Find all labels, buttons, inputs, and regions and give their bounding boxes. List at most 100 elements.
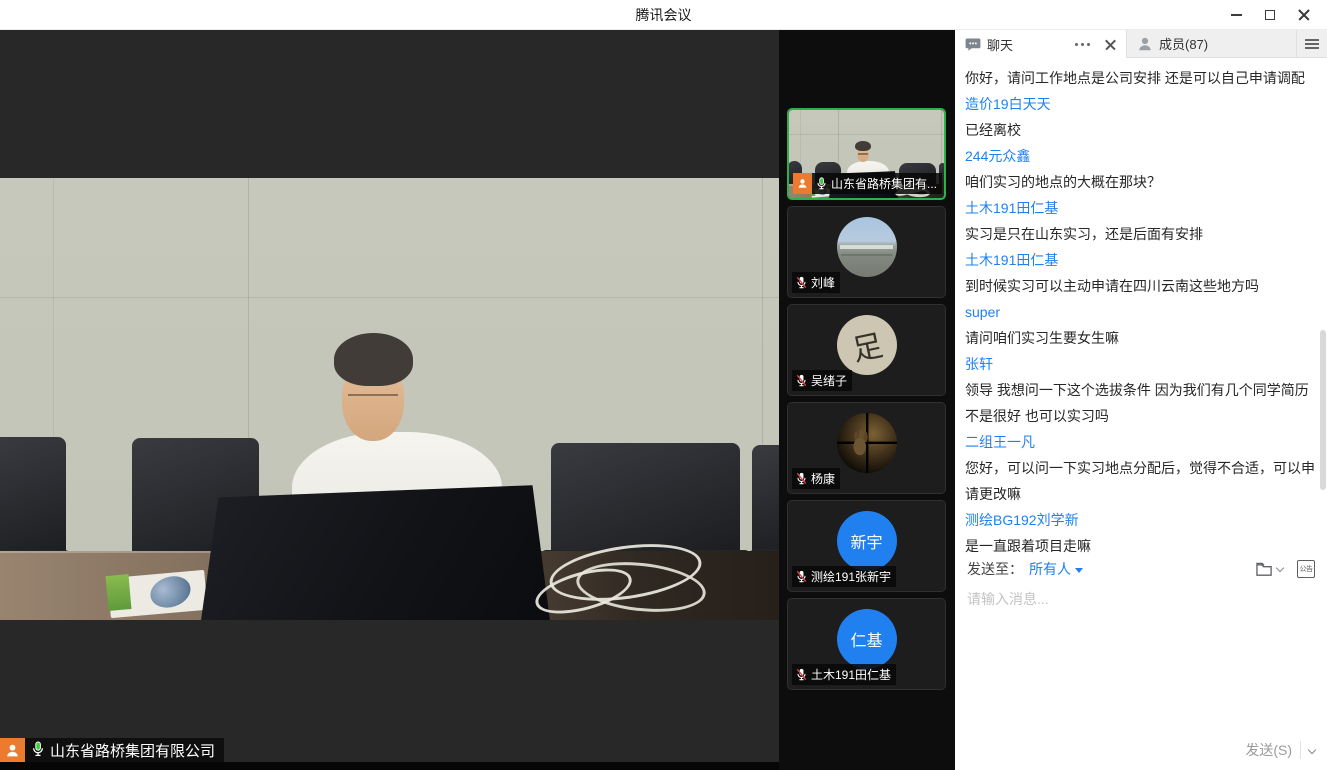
message-input[interactable]: 请输入消息... <box>967 589 1315 609</box>
host-badge-icon <box>0 738 25 763</box>
participant-name: 测绘191张新宇 <box>811 568 891 585</box>
announcement-button[interactable]: 公告 <box>1297 560 1315 578</box>
participant-tile[interactable]: 仁基 土木191田仁基 <box>787 598 946 690</box>
chat-bubble-icon <box>965 36 981 52</box>
chat-message: 二组王一凡 您好，可以问一下实习地点分配后，觉得不合适，可以申请更改嘛 <box>965 429 1317 507</box>
chat-message-sender[interactable]: 造价19白天天 <box>965 91 1317 117</box>
send-to-row: 发送至： 所有人 公告 <box>955 555 1327 583</box>
chat-message: 土木191田仁基 到时候实习可以主动申请在四川云南这些地方吗 <box>965 247 1317 299</box>
chat-message-sender[interactable]: 张轩 <box>965 351 1317 377</box>
chat-message-text: 是一直跟着项目走嘛 <box>965 533 1317 555</box>
send-options-chevron-icon[interactable] <box>1308 746 1316 754</box>
main-speaker-label: 山东省路桥集团有限公司 <box>0 738 224 763</box>
chevron-down-icon <box>1276 563 1284 571</box>
participant-tile[interactable]: 山东省路桥集团有... <box>787 108 946 200</box>
video-scene <box>0 178 779 620</box>
tencent-meeting-window: 腾讯会议 <box>0 0 1327 770</box>
send-button[interactable]: 发送(S) <box>1245 740 1292 760</box>
participant-label: 杨康 <box>792 468 840 489</box>
participant-name: 土木191田仁基 <box>811 666 891 683</box>
participant-name: 刘峰 <box>811 274 835 291</box>
chat-message: 你好，请问工作地点是公司安排 还是可以自己申请调配 <box>965 65 1317 91</box>
maximize-icon <box>1265 10 1275 20</box>
participant-avatar: 足 <box>837 315 897 375</box>
tab-chat[interactable]: 聊天 <box>955 30 1126 58</box>
more-options-icon[interactable] <box>1075 42 1091 46</box>
chat-message-text: 实习是只在山东实习，还是后面有安排 <box>965 221 1317 247</box>
chat-message-sender[interactable]: super <box>965 299 1317 325</box>
chat-scrollbar[interactable] <box>1320 330 1326 490</box>
close-icon <box>1298 9 1310 21</box>
participant-avatar: 仁基 <box>837 609 897 669</box>
chat-message-text: 领导 我想问一下这个选拔条件 因为我们有几个同学简历 不是很好 也可以实习吗 <box>965 377 1317 429</box>
send-button-group: 发送(S) <box>1245 740 1317 760</box>
send-to-label: 发送至： <box>967 559 1023 579</box>
participant-name: 吴绪子 <box>811 372 847 389</box>
chat-message: 造价19白天天 已经离校 <box>965 91 1317 143</box>
panel-tabs: 聊天 成员(87) <box>955 30 1327 58</box>
minimize-icon <box>1231 14 1242 16</box>
send-to-dropdown[interactable]: 所有人 <box>1029 559 1083 579</box>
maximize-button[interactable] <box>1253 0 1287 30</box>
message-input-area[interactable]: 请输入消息... 发送(S) <box>955 583 1327 770</box>
window-controls <box>1219 0 1321 30</box>
stage-bottom-strip <box>0 762 779 770</box>
participant-avatar <box>837 413 897 473</box>
tab-chat-label: 聊天 <box>987 35 1013 54</box>
participant-label: 测绘191张新宇 <box>792 566 896 587</box>
chat-message: 测绘BG192刘学新 是一直跟着项目走嘛 <box>965 507 1317 555</box>
chat-message-sender[interactable]: 二组王一凡 <box>965 429 1317 455</box>
participant-label: 土木191田仁基 <box>792 664 896 685</box>
participant-avatar: 新宇 <box>837 511 897 571</box>
mic-muted-icon <box>795 276 808 289</box>
participant-tile[interactable]: 新宇 测绘191张新宇 <box>787 500 946 592</box>
participant-label: 吴绪子 <box>792 370 852 391</box>
window-title: 腾讯会议 <box>0 0 1327 30</box>
person-icon <box>797 178 808 189</box>
wall-seam <box>0 297 779 298</box>
participant-filmstrip: 山东省路桥集团有... 刘峰 足 吴绪子 杨康 新宇 <box>779 30 955 770</box>
speaker-glasses <box>348 394 398 396</box>
mic-on-icon <box>815 177 828 190</box>
chat-panel: 聊天 成员(87) 你好，请问工作地点是公司安排 还是可以自己申请调配 造价19… <box>955 30 1327 770</box>
host-badge-icon <box>793 173 812 194</box>
mic-on-icon <box>30 741 46 757</box>
speaker-hair <box>334 333 413 386</box>
chat-message-text: 咱们实习的地点的大概在那块？ <box>965 169 1317 195</box>
panel-menu-button[interactable] <box>1296 30 1327 58</box>
chat-history-button[interactable] <box>1255 561 1283 578</box>
chat-message: 244元众鑫 咱们实习的地点的大概在那块？ <box>965 143 1317 195</box>
chat-message-sender[interactable]: 测绘BG192刘学新 <box>965 507 1317 533</box>
chat-message-sender[interactable]: 土木191田仁基 <box>965 247 1317 273</box>
mic-on-icon <box>30 741 46 761</box>
participant-tile[interactable]: 杨康 <box>787 402 946 494</box>
main-speaker-name: 山东省路桥集团有限公司 <box>50 740 215 761</box>
chat-message-sender[interactable]: 244元众鑫 <box>965 143 1317 169</box>
tab-members[interactable]: 成员(87) <box>1126 30 1296 58</box>
tab-members-label: 成员(87) <box>1159 34 1208 53</box>
mic-muted-icon <box>795 374 808 387</box>
title-bar: 腾讯会议 <box>0 0 1327 30</box>
green-notebook <box>105 574 131 611</box>
participant-tile[interactable]: 足 吴绪子 <box>787 304 946 396</box>
send-button-divider <box>1300 741 1301 759</box>
chat-message-text: 你好，请问工作地点是公司安排 还是可以自己申请调配 <box>965 65 1317 91</box>
chat-message-text: 您好，可以问一下实习地点分配后，觉得不合适，可以申请更改嘛 <box>965 455 1317 507</box>
speaker-glasses <box>858 153 868 155</box>
close-chat-icon[interactable] <box>1105 39 1116 50</box>
chat-message-text: 请问咱们实习生要女生嘛 <box>965 325 1317 351</box>
chat-message: 张轩 领导 我想问一下这个选拔条件 因为我们有几个同学简历 不是很好 也可以实习… <box>965 351 1317 429</box>
main-video-frame <box>0 178 779 620</box>
hamburger-icon <box>1305 39 1319 49</box>
speaker-head <box>337 339 410 441</box>
coiled-cables <box>534 540 725 615</box>
mic-muted-icon <box>795 668 808 681</box>
participant-tile[interactable]: 刘峰 <box>787 206 946 298</box>
participant-label: 刘峰 <box>792 272 840 293</box>
chat-message: super 请问咱们实习生要女生嘛 <box>965 299 1317 351</box>
mic-muted-icon <box>795 570 808 583</box>
minimize-button[interactable] <box>1219 0 1253 30</box>
chat-message-sender[interactable]: 土木191田仁基 <box>965 195 1317 221</box>
main-video[interactable]: 山东省路桥集团有限公司 <box>0 30 779 770</box>
close-button[interactable] <box>1287 0 1321 30</box>
